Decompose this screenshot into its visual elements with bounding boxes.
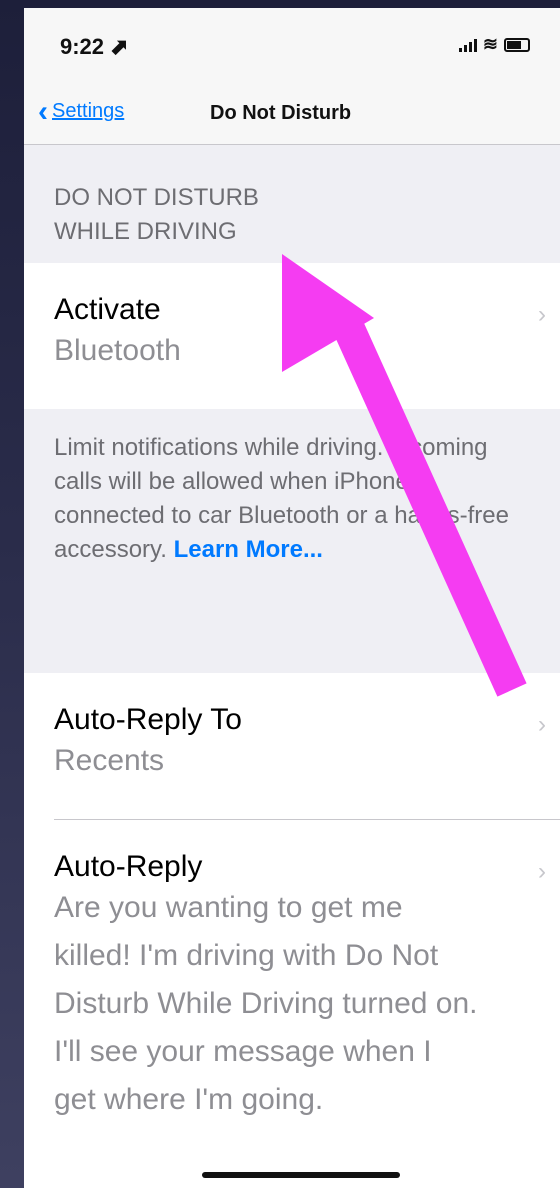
- learn-more-link[interactable]: Learn More...: [174, 536, 323, 563]
- page-title: Do Not Disturb: [210, 102, 352, 124]
- wifi-icon: ≋: [482, 34, 498, 54]
- status-time: 9:22 ⬈: [60, 34, 129, 59]
- back-label: Settings: [52, 100, 125, 122]
- status-bar: 9:22 ⬈ ≋: [24, 8, 560, 86]
- section-footer: Limit notifications while driving. Incom…: [24, 409, 560, 673]
- auto-reply-cell[interactable]: Auto-Reply Are you wanting to get me kil…: [24, 820, 560, 1188]
- section-header-line1: DO NOT DISTURB: [54, 184, 259, 211]
- auto-reply-message: Are you wanting to get me killed! I'm dr…: [54, 891, 478, 1116]
- activate-title: Activate: [54, 293, 161, 326]
- status-icons: ≋: [458, 34, 530, 55]
- auto-reply-to-title: Auto-Reply To: [54, 703, 242, 736]
- auto-reply-title: Auto-Reply: [54, 850, 203, 883]
- activate-value: Bluetooth: [54, 334, 181, 367]
- back-button[interactable]: ‹ Settings: [38, 94, 125, 128]
- activate-cell[interactable]: Activate Bluetooth ›: [24, 263, 560, 409]
- auto-reply-to-cell[interactable]: Auto-Reply To Recents ›: [24, 673, 560, 819]
- battery-icon: [504, 37, 530, 52]
- auto-reply-to-value: Recents: [54, 744, 165, 777]
- chevron-right-icon: ›: [538, 858, 546, 885]
- section-header-line2: WHILE DRIVING: [54, 218, 237, 245]
- chevron-left-icon: ‹: [38, 94, 48, 128]
- chevron-right-icon: ›: [538, 711, 546, 738]
- chevron-right-icon: ›: [538, 301, 546, 328]
- navigation-bar: ‹ Settings Do Not Disturb: [24, 86, 560, 145]
- section-header: DO NOT DISTURB WHILE DRIVING: [24, 145, 560, 263]
- home-indicator: [202, 1172, 400, 1178]
- phone-screen: 9:22 ⬈ ≋ ‹ Settings Do Not Disturb DO NO…: [24, 8, 560, 1188]
- signal-icon: [458, 38, 477, 52]
